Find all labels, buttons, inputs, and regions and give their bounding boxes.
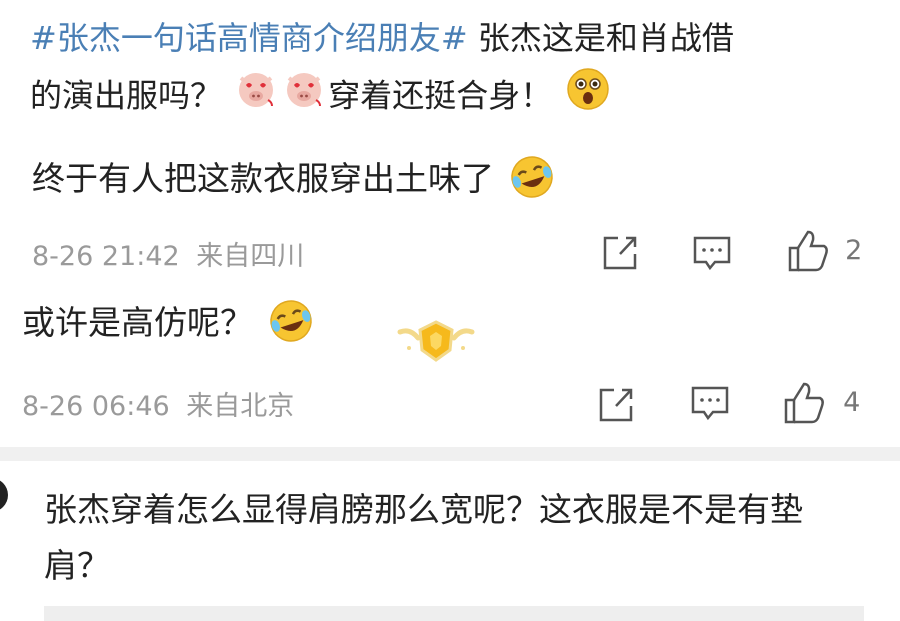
reply-text: 张杰穿着怎么显得肩膀那么宽呢？这衣服是不是有垫肩？ bbox=[44, 490, 803, 585]
share-icon bbox=[603, 236, 637, 270]
post-text-part2: 的演出服吗？ bbox=[30, 76, 223, 115]
share-button[interactable] bbox=[596, 386, 636, 424]
post-text: #张杰一句话高情商介绍朋友# 张杰这是和肖战借 的演出服吗？ 穿着还挺合身！ bbox=[30, 10, 890, 129]
share-button[interactable] bbox=[600, 234, 640, 272]
comment-text: 或许是高仿呢？ bbox=[22, 296, 318, 353]
previous-username-fragment bbox=[34, 128, 264, 134]
like-button[interactable]: 2 bbox=[786, 228, 862, 272]
thumbs-up-icon bbox=[788, 230, 828, 272]
comment-meta: 8-26 21:42 来自四川 bbox=[32, 234, 304, 273]
post-text-part1: 张杰这是和肖战借 bbox=[467, 19, 734, 57]
comment-time: 8-26 06:46 bbox=[22, 391, 170, 422]
share-icon bbox=[599, 388, 633, 422]
laugh-cry-icon bbox=[508, 153, 556, 209]
section-divider bbox=[0, 447, 900, 461]
reply-bubble-edge bbox=[44, 606, 864, 621]
comment-icon bbox=[693, 236, 731, 271]
comment-icon bbox=[691, 386, 729, 421]
previous-username-fragment bbox=[52, 463, 222, 469]
pig-heart-eyes-icon bbox=[283, 68, 325, 127]
comment-time: 8-26 21:42 bbox=[32, 241, 180, 272]
laugh-cry-icon bbox=[267, 297, 315, 353]
topic-link[interactable]: #张杰一句话高情商介绍朋友# bbox=[30, 19, 468, 57]
like-count: 2 bbox=[845, 234, 863, 266]
comment-body: 或许是高仿呢？ bbox=[22, 303, 253, 342]
thumbs-up-icon bbox=[784, 382, 824, 424]
avatar[interactable] bbox=[0, 478, 8, 512]
comment-button[interactable] bbox=[690, 384, 730, 424]
comment-text: 终于有人把这款衣服穿出土味了 bbox=[32, 152, 559, 209]
surprised-face-icon bbox=[565, 66, 611, 129]
comment-source: 来自北京 bbox=[186, 391, 295, 422]
comment-body: 终于有人把这款衣服穿出土味了 bbox=[32, 159, 494, 198]
post-text-part3: 穿着还挺合身！ bbox=[328, 76, 553, 115]
comment-meta: 8-26 06:46 来自北京 bbox=[22, 384, 294, 423]
pig-heart-eyes-icon bbox=[235, 68, 277, 127]
like-button[interactable]: 4 bbox=[782, 380, 860, 424]
gold-badge-icon bbox=[396, 318, 476, 368]
comment-button[interactable] bbox=[692, 234, 732, 274]
comment-source: 来自四川 bbox=[196, 241, 305, 272]
like-count: 4 bbox=[843, 386, 861, 418]
